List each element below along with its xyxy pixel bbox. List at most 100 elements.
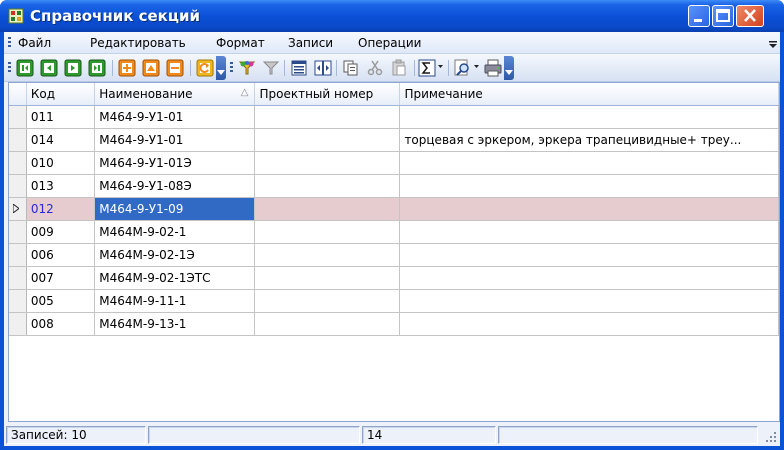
menu-operations[interactable]: Операции xyxy=(358,36,421,50)
cell-note[interactable] xyxy=(399,174,779,198)
column-header-project-number[interactable]: Проектный номер xyxy=(254,83,401,106)
row-indicator[interactable] xyxy=(9,128,27,152)
cell-name[interactable]: М464М-9-02-1 xyxy=(94,220,256,244)
menu-edit[interactable]: Редактировать xyxy=(90,36,186,50)
records-grid[interactable]: Код Наименование △ Проектный номер Примеч… xyxy=(8,82,780,422)
row-indicator[interactable] xyxy=(9,266,27,290)
cell-name[interactable]: М464М-9-13-1 xyxy=(94,312,256,336)
resize-grip-icon[interactable] xyxy=(764,430,778,444)
last-record-icon[interactable] xyxy=(88,59,106,77)
remove-filter-icon[interactable] xyxy=(262,59,280,77)
cell-note[interactable] xyxy=(399,243,779,267)
row-indicator[interactable] xyxy=(9,174,27,198)
cell-project-number[interactable] xyxy=(254,128,401,152)
cell-name[interactable]: М464М-9-02-1Э xyxy=(94,243,256,267)
cell-name[interactable]: М464-9-У1-01 xyxy=(94,128,256,152)
table-row[interactable]: 009 М464М-9-02-1 xyxy=(9,220,779,244)
cell-code[interactable]: 012 xyxy=(26,197,96,221)
cell-code[interactable]: 011 xyxy=(26,105,96,129)
cell-name[interactable]: М464-9-У1-01 xyxy=(94,105,256,129)
cell-project-number[interactable] xyxy=(254,174,401,198)
print-icon[interactable] xyxy=(484,59,502,77)
menu-overflow-icon[interactable] xyxy=(768,36,778,50)
minimize-button[interactable] xyxy=(688,5,710,27)
cell-project-number[interactable] xyxy=(254,266,401,290)
column-header-code[interactable]: Код xyxy=(26,83,96,106)
cell-name[interactable]: М464М-9-02-1ЭТС xyxy=(94,266,256,290)
edit-record-icon[interactable] xyxy=(142,59,160,77)
sum-icon[interactable] xyxy=(418,59,436,77)
table-row[interactable]: 011 М464-9-У1-01 xyxy=(9,105,779,129)
row-indicator[interactable] xyxy=(9,197,27,221)
copy-icon[interactable] xyxy=(342,59,360,77)
add-record-icon[interactable] xyxy=(118,59,136,77)
cell-project-number[interactable] xyxy=(254,105,401,129)
maximize-button[interactable] xyxy=(712,5,734,27)
cell-name[interactable]: М464-9-У1-09 xyxy=(94,197,256,221)
prev-page-icon[interactable] xyxy=(40,59,58,77)
menu-records[interactable]: Записи xyxy=(288,36,333,50)
row-indicator[interactable] xyxy=(9,151,27,175)
cell-project-number[interactable] xyxy=(254,151,401,175)
row-indicator[interactable] xyxy=(9,289,27,313)
filter-icon[interactable] xyxy=(238,59,256,77)
cell-name[interactable]: М464М-9-11-1 xyxy=(94,289,256,313)
chevron-down-icon[interactable] xyxy=(438,65,443,69)
table-row[interactable]: 014 М464-9-У1-01 торцевая с эркером, эркер… xyxy=(9,128,779,152)
cell-code[interactable]: 009 xyxy=(26,220,96,244)
close-button[interactable] xyxy=(736,5,764,27)
cell-code[interactable]: 013 xyxy=(26,174,96,198)
toolbar-grip[interactable] xyxy=(230,62,233,74)
toolbar-overflow-button[interactable] xyxy=(504,56,514,80)
cell-name[interactable]: М464-9-У1-08Э xyxy=(94,174,256,198)
toolbar-grip[interactable] xyxy=(8,62,11,74)
menu-file[interactable]: Файл xyxy=(18,36,51,50)
cell-project-number[interactable] xyxy=(254,197,401,221)
cell-code[interactable]: 007 xyxy=(26,266,96,290)
delete-record-icon[interactable] xyxy=(166,59,184,77)
table-row[interactable]: 012 М464-9-У1-09 xyxy=(9,197,779,221)
first-record-icon[interactable] xyxy=(16,59,34,77)
toolbar-overflow-button[interactable] xyxy=(216,56,226,80)
cell-note[interactable]: торцевая с эркером, эркера трапецивидные… xyxy=(399,128,779,152)
row-indicator[interactable] xyxy=(9,312,27,336)
form-view-icon[interactable] xyxy=(290,59,308,77)
cell-project-number[interactable] xyxy=(254,220,401,244)
cell-note[interactable] xyxy=(399,266,779,290)
title-bar[interactable]: Справочник секций xyxy=(0,0,784,32)
cell-note[interactable] xyxy=(399,289,779,313)
cell-code[interactable]: 005 xyxy=(26,289,96,313)
cell-code[interactable]: 010 xyxy=(26,151,96,175)
chevron-down-icon[interactable] xyxy=(474,65,479,69)
column-header-name[interactable]: Наименование △ xyxy=(94,83,256,106)
cell-code[interactable]: 008 xyxy=(26,312,96,336)
table-row[interactable]: 005 М464М-9-11-1 xyxy=(9,289,779,313)
cell-note[interactable] xyxy=(399,312,779,336)
column-header-note[interactable]: Примечание xyxy=(399,83,779,106)
paste-icon[interactable] xyxy=(390,59,408,77)
refresh-icon[interactable] xyxy=(196,59,214,77)
cell-code[interactable]: 014 xyxy=(26,128,96,152)
columns-icon[interactable] xyxy=(314,59,332,77)
cell-project-number[interactable] xyxy=(254,243,401,267)
cell-project-number[interactable] xyxy=(254,312,401,336)
row-indicator[interactable] xyxy=(9,243,27,267)
cell-note[interactable] xyxy=(399,197,779,221)
table-row[interactable]: 007 М464М-9-02-1ЭТС xyxy=(9,266,779,290)
cell-code[interactable]: 006 xyxy=(26,243,96,267)
table-row[interactable]: 006 М464М-9-02-1Э xyxy=(9,243,779,267)
cell-note[interactable] xyxy=(399,151,779,175)
find-icon[interactable] xyxy=(454,59,472,77)
menu-grip[interactable] xyxy=(8,37,11,49)
cut-icon[interactable] xyxy=(366,59,384,77)
menu-format[interactable]: Формат xyxy=(216,36,265,50)
table-row[interactable]: 013 М464-9-У1-08Э xyxy=(9,174,779,198)
next-page-icon[interactable] xyxy=(64,59,82,77)
table-row[interactable]: 008 М464М-9-13-1 xyxy=(9,312,779,336)
cell-note[interactable] xyxy=(399,220,779,244)
row-indicator[interactable] xyxy=(9,105,27,129)
cell-project-number[interactable] xyxy=(254,289,401,313)
row-indicator[interactable] xyxy=(9,220,27,244)
table-row[interactable]: 010 М464-9-У1-01Э xyxy=(9,151,779,175)
cell-note[interactable] xyxy=(399,105,779,129)
